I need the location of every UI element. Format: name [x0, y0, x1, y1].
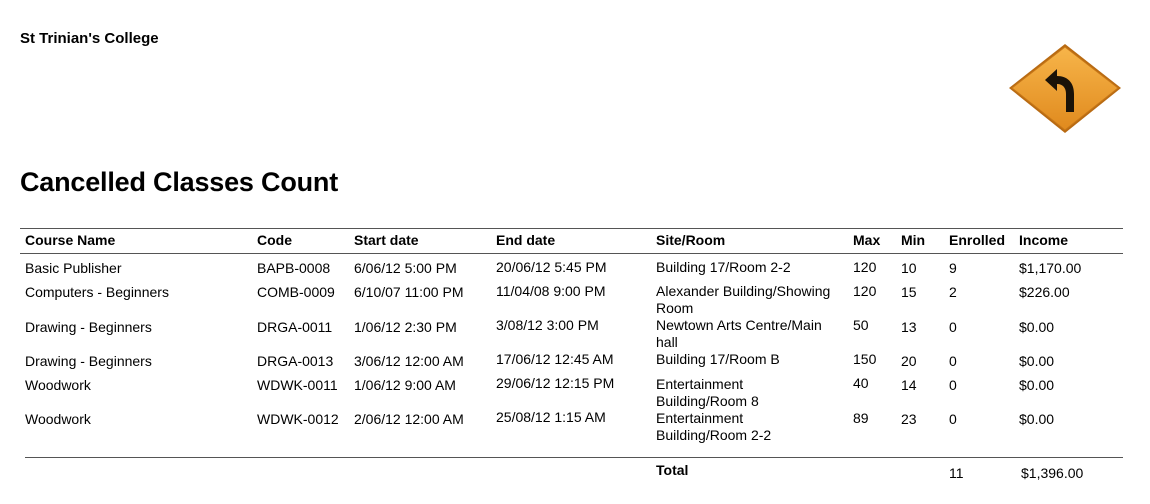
end-date-cell: 25/08/12 1:15 AM: [496, 409, 606, 425]
code-cell: DRGA-0013: [257, 353, 334, 369]
curve-left-road-sign-icon: [1009, 44, 1121, 133]
end-date-cell: 29/06/12 12:15 PM: [496, 375, 615, 391]
start-date-cell: 6/06/12 5:00 PM: [354, 260, 457, 276]
start-date-cell: 3/06/12 12:00 AM: [354, 353, 464, 369]
course-name-cell: Woodwork: [25, 411, 91, 427]
enrolled-cell: 0: [949, 319, 957, 335]
site-room-cell: Building 17/Room 2-2: [656, 259, 791, 275]
college-name: St Trinian's College: [20, 30, 159, 47]
site-room-cell: Building 17/Room B: [656, 351, 780, 367]
code-cell: WDWK-0012: [257, 411, 339, 427]
start-date-cell: 1/06/12 9:00 AM: [354, 377, 456, 393]
income-cell: $0.00: [1019, 377, 1055, 393]
total-rule: [25, 457, 1123, 458]
column-header-min: Min: [901, 232, 926, 248]
column-header-end-date: End date: [496, 232, 556, 248]
income-cell: $0.00: [1019, 319, 1055, 335]
column-header-start-date: Start date: [354, 232, 419, 248]
column-header-code: Code: [257, 232, 292, 248]
income-cell: $226.00: [1019, 284, 1070, 300]
column-header-enrolled: Enrolled: [949, 232, 1006, 248]
site-room-cell: Newtown Arts Centre/Main hall: [656, 317, 822, 350]
min-cell: 14: [901, 377, 917, 393]
enrolled-cell: 9: [949, 260, 957, 276]
max-cell: 50: [853, 317, 869, 333]
min-cell: 15: [901, 284, 917, 300]
site-room-cell: Alexander Building/Showing Room: [656, 283, 831, 316]
income-cell: $0.00: [1019, 411, 1055, 427]
end-date-cell: 17/06/12 12:45 AM: [496, 351, 614, 367]
max-cell: 89: [853, 410, 869, 426]
column-header-max: Max: [853, 232, 881, 248]
header-top-rule: [20, 228, 1123, 229]
min-cell: 10: [901, 260, 917, 276]
course-name-cell: Drawing - Beginners: [25, 353, 152, 369]
max-cell: 120: [853, 283, 877, 299]
column-header-income: Income: [1019, 232, 1069, 248]
end-date-cell: 11/04/08 9:00 PM: [496, 283, 606, 299]
code-cell: BAPB-0008: [257, 260, 331, 276]
column-header-course-name: Course Name: [25, 232, 116, 248]
min-cell: 20: [901, 353, 917, 369]
total-enrolled: 11: [949, 465, 964, 481]
page-title: Cancelled Classes Count: [20, 167, 339, 197]
code-cell: WDWK-0011: [257, 377, 338, 393]
total-income: $1,396.00: [1021, 465, 1084, 481]
start-date-cell: 6/10/07 11:00 PM: [354, 284, 464, 300]
site-room-cell: Entertainment Building/Room 8: [656, 376, 759, 409]
total-label: Total: [656, 462, 689, 478]
header-bottom-rule: [20, 253, 1123, 254]
start-date-cell: 1/06/12 2:30 PM: [354, 319, 457, 335]
site-room-cell: Entertainment Building/Room 2-2: [656, 410, 772, 443]
enrolled-cell: 0: [949, 411, 957, 427]
course-name-cell: Woodwork: [25, 377, 91, 393]
start-date-cell: 2/06/12 12:00 AM: [354, 411, 464, 427]
income-cell: $0.00: [1019, 353, 1055, 369]
end-date-cell: 20/06/12 5:45 PM: [496, 259, 607, 275]
max-cell: 40: [853, 375, 869, 391]
min-cell: 23: [901, 411, 917, 427]
course-name-cell: Basic Publisher: [25, 260, 122, 276]
end-date-cell: 3/08/12 3:00 PM: [496, 317, 599, 333]
income-cell: $1,170.00: [1019, 260, 1082, 276]
enrolled-cell: 2: [949, 284, 957, 300]
min-cell: 13: [901, 319, 917, 335]
column-header-site-room: Site/Room: [656, 232, 726, 248]
course-name-cell: Drawing - Beginners: [25, 319, 152, 335]
enrolled-cell: 0: [949, 377, 957, 393]
max-cell: 150: [853, 351, 877, 367]
enrolled-cell: 0: [949, 353, 957, 369]
code-cell: DRGA-0011: [257, 319, 333, 335]
code-cell: COMB-0009: [257, 284, 335, 300]
max-cell: 120: [853, 259, 877, 275]
course-name-cell: Computers - Beginners: [25, 284, 169, 300]
